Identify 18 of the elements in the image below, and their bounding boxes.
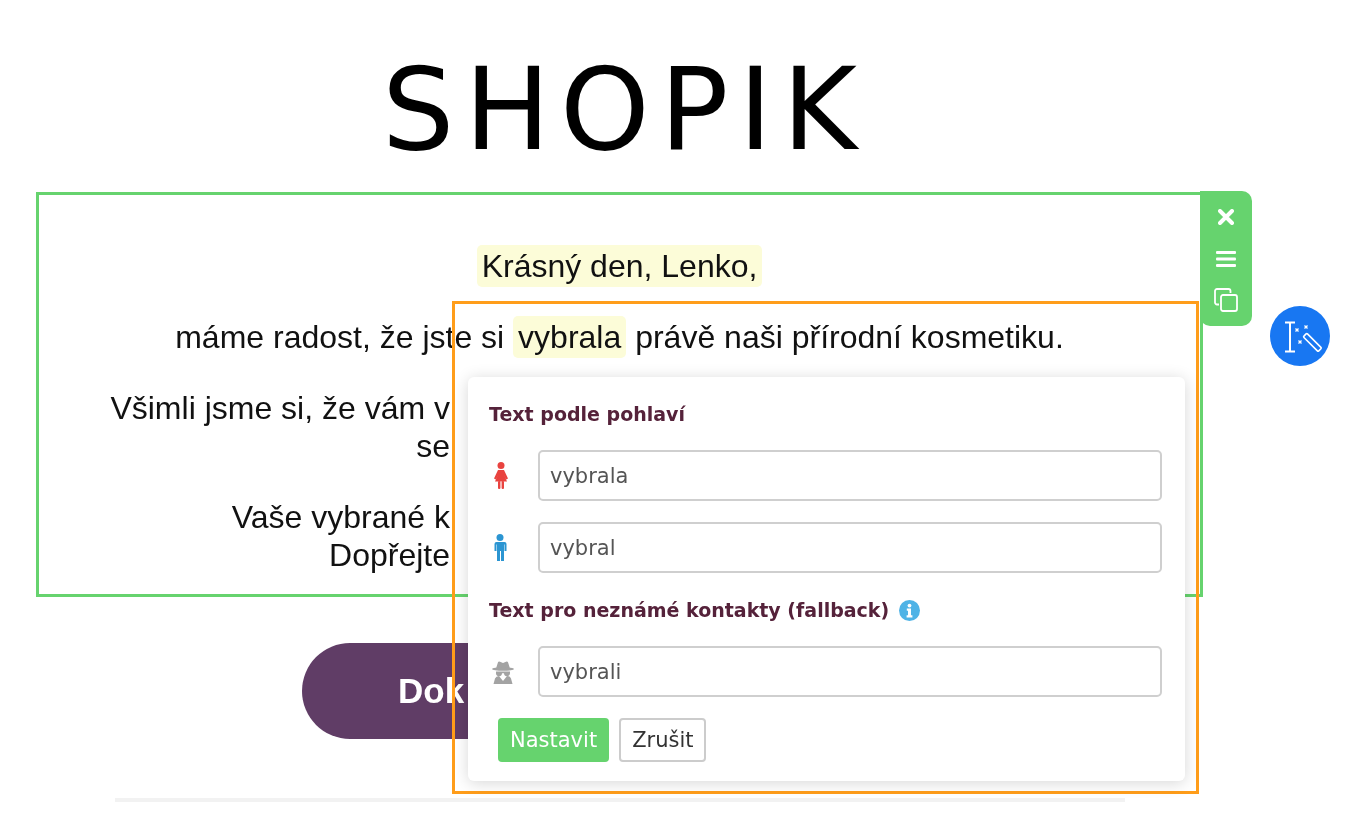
spy-icon bbox=[491, 659, 515, 684]
male-icon bbox=[493, 534, 507, 561]
copy-icon[interactable] bbox=[1214, 288, 1238, 312]
info-icon[interactable] bbox=[899, 599, 921, 621]
body-text: Vaše vybrané k Dopřejte bbox=[231, 498, 450, 574]
section-title: Text podle pohlaví bbox=[489, 402, 685, 427]
cancel-button[interactable]: Zrušit bbox=[619, 718, 707, 762]
section-title: Text pro neznámé kontakty (fallback) bbox=[489, 598, 890, 623]
text-input[interactable]: vybrala bbox=[538, 450, 1162, 501]
female-icon bbox=[493, 462, 509, 489]
body-text: Krásný den, Lenko, bbox=[476, 247, 763, 285]
close-icon[interactable] bbox=[1218, 209, 1234, 225]
logo: SHOPIK bbox=[381, 52, 867, 168]
body-text: Všimli jsme si, že vám v se bbox=[110, 389, 450, 465]
menu-icon[interactable] bbox=[1216, 251, 1236, 267]
text-input[interactable]: vybrali bbox=[538, 646, 1162, 697]
text-wand-icon[interactable] bbox=[1270, 306, 1330, 366]
text-input[interactable]: vybral bbox=[538, 522, 1162, 573]
